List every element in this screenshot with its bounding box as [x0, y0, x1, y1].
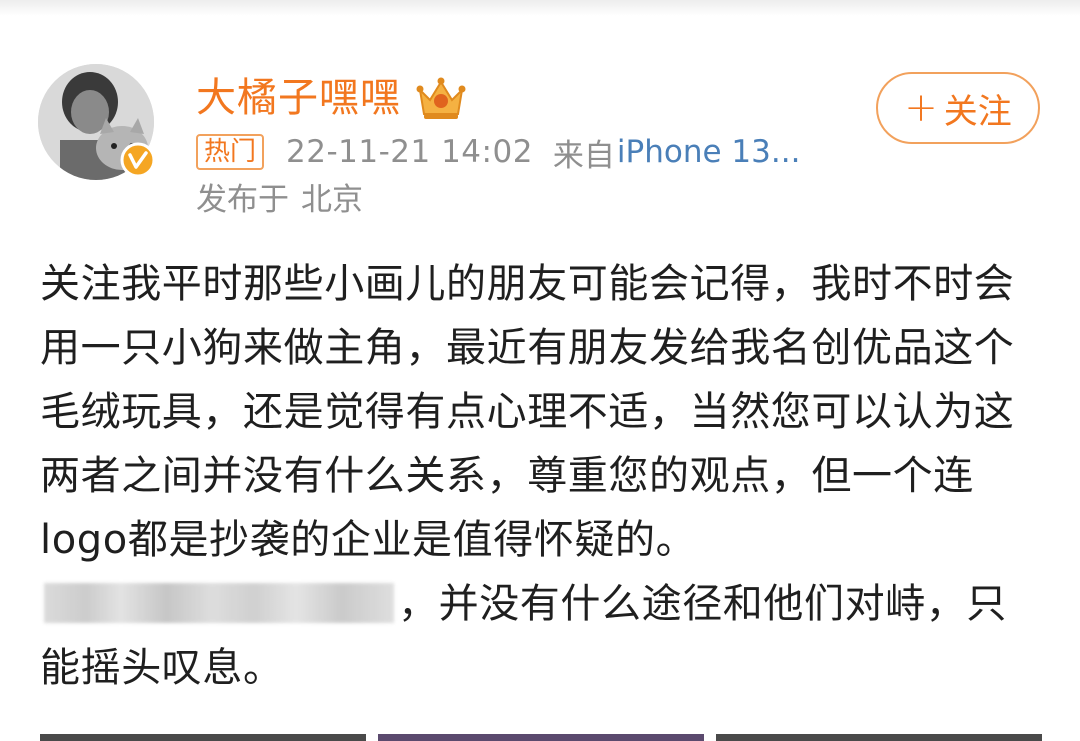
top-divider — [0, 0, 1080, 16]
source-device-link[interactable]: iPhone 13... — [617, 134, 801, 170]
post-location: 发布于 北京 — [196, 180, 363, 220]
location-label: 发布于 — [196, 182, 289, 218]
plus-icon: + — [904, 85, 938, 131]
post-timestamp: 22-11-21 14:02 — [286, 134, 533, 170]
post-meta: 热门 22-11-21 14:02 来自 iPhone 13... — [196, 132, 801, 174]
image-thumbnail-1[interactable] — [40, 734, 366, 741]
author-name[interactable]: 大橘子嘿嘿 — [196, 74, 401, 122]
source-label: 来自 — [552, 137, 615, 174]
vip-crown-icon — [416, 77, 466, 119]
follow-label: 关注 — [943, 91, 1012, 132]
hot-badge[interactable]: 热门 — [196, 134, 265, 170]
image-thumbnail-3[interactable] — [716, 734, 1042, 741]
location-city: 北京 — [301, 182, 363, 218]
redacted-text — [44, 583, 394, 623]
post-text-part1: 关注我平时那些小画儿的朋友可能会记得，我时不时会用一只小狗来做主角，最近有朋友发… — [40, 261, 1015, 563]
verified-badge-icon — [120, 142, 156, 178]
post-content: 关注我平时那些小画儿的朋友可能会记得，我时不时会用一只小狗来做主角，最近有朋友发… — [40, 252, 1040, 700]
image-thumbnail-2[interactable] — [378, 734, 704, 741]
follow-button[interactable]: + 关注 — [876, 72, 1040, 144]
